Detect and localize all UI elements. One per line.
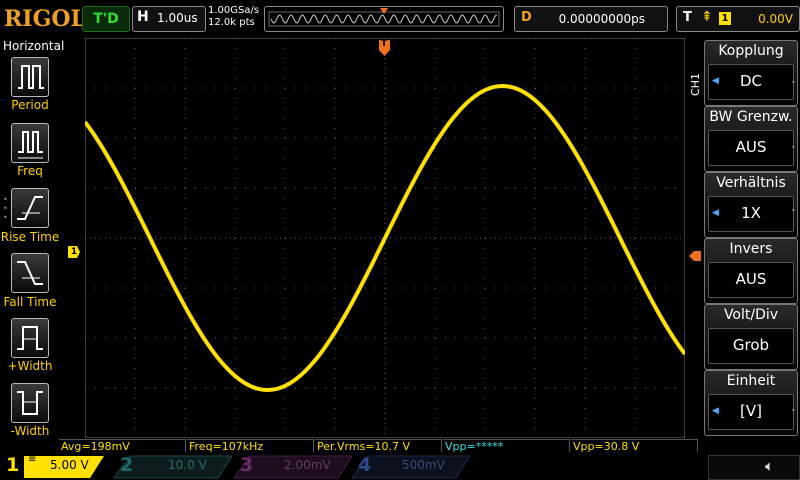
- trigger-position-marker-icon: [380, 8, 388, 14]
- coupling-value-box: ◀ DC: [708, 64, 794, 100]
- channel3-tab[interactable]: 3 2.00mV: [234, 452, 352, 480]
- dc-coupling-icon: ≡: [28, 454, 37, 465]
- channel1-tab[interactable]: 1 ≡ 5.00 V: [0, 452, 108, 480]
- trigger-level: 0.00V: [758, 12, 793, 26]
- measurement-vpp: Vpp=30.8 V: [571, 439, 698, 453]
- speaker-muted-icon: 🔈︎: [765, 457, 775, 475]
- acquisition-info: 1.00GSa/s 12.0k pts: [208, 5, 259, 29]
- memory-waveform-icon: [268, 8, 500, 27]
- measurement-average: Avg=198mV: [59, 439, 186, 453]
- invert-title: Invers: [729, 241, 773, 257]
- timebase-value: 1.00us: [157, 11, 198, 25]
- delay-display[interactable]: D 0.00000000ps: [514, 6, 668, 32]
- softkey-dot-icon: •: [791, 143, 796, 152]
- softkey-dot-icon: •: [791, 406, 796, 415]
- fall-time-label: Fall Time: [3, 295, 57, 309]
- channel1-offset-marker[interactable]: 1: [68, 246, 80, 258]
- trigger-status-text: T'D: [93, 11, 119, 27]
- positive-width-button[interactable]: [11, 318, 49, 358]
- sample-rate: 1.00GSa/s: [208, 5, 260, 16]
- memory-depth: 12.0k pts: [208, 17, 255, 28]
- positive-width-icon: [17, 326, 43, 350]
- horizontal-key: H: [137, 9, 149, 25]
- bandwidth-limit-title: BW Grenzw.: [709, 109, 793, 125]
- invert-value-box: AUS: [708, 262, 794, 298]
- channel2-tab[interactable]: 2 10.0 V: [114, 452, 232, 480]
- unit-title: Einheit: [726, 373, 776, 389]
- frequency-icon: [18, 131, 43, 159]
- measurement-vpp-ch2: Vpp=*****: [443, 439, 570, 453]
- frequency-button[interactable]: [11, 123, 49, 163]
- status-bar: RIGOL T'D H 1.00us 1.00GSa/s 12.0k pts D…: [0, 0, 800, 38]
- memory-overview: [264, 6, 504, 32]
- invert-value: AUS: [735, 270, 767, 288]
- rigol-logo: RIGOL: [4, 6, 86, 32]
- waveform-display[interactable]: [85, 38, 685, 438]
- channel4-tab[interactable]: 4 500mV: [352, 452, 470, 480]
- trigger-time-marker-icon[interactable]: T: [379, 39, 390, 56]
- coupling-softkey[interactable]: Kopplung ◀ DC: [704, 40, 798, 106]
- bandwidth-limit-value: AUS: [735, 138, 767, 156]
- sound-control[interactable]: 🔈︎: [708, 455, 800, 480]
- channel4-scale: 500mV: [402, 458, 445, 472]
- channel1-number: 1: [6, 454, 20, 476]
- trigger-source-badge: 1: [719, 12, 731, 25]
- channel1-scale: 5.00 V: [50, 458, 89, 472]
- channel-menu-label: CH1: [689, 73, 702, 96]
- invert-softkey[interactable]: Invers AUS: [704, 238, 798, 304]
- unit-value: [V]: [740, 402, 762, 420]
- delay-key: D: [521, 10, 532, 25]
- channel4-number: 4: [358, 454, 372, 476]
- frequency-label: Freq: [17, 164, 43, 178]
- coupling-title: Kopplung: [718, 43, 784, 59]
- period-label: Period: [11, 98, 49, 112]
- volt-div-softkey[interactable]: Volt/Div Grob: [704, 304, 798, 370]
- channel3-scale: 2.00mV: [284, 458, 331, 472]
- bandwidth-limit-value-box: AUS: [708, 130, 794, 166]
- negative-width-icon: [17, 391, 43, 415]
- probe-ratio-softkey[interactable]: Verhältnis ◀ 1X: [704, 172, 798, 238]
- period-icon: [18, 65, 44, 89]
- measurement-period-vrms: Per.Vrms=10.7 V: [315, 439, 442, 453]
- trigger-display[interactable]: T ⇞ 1 0.00V: [676, 6, 800, 32]
- rise-time-label: Rise Time: [0, 230, 60, 244]
- unit-value-box: ◀ [V]: [708, 394, 794, 430]
- rising-edge-icon: ⇞: [701, 9, 713, 25]
- trigger-status-badge: T'D: [82, 6, 130, 32]
- fall-time-button[interactable]: [11, 253, 49, 293]
- negative-width-label: -Width: [10, 424, 50, 438]
- unit-softkey[interactable]: Einheit ◀ [V]: [704, 370, 798, 436]
- trigger-time-marker-label: T: [381, 39, 388, 49]
- coupling-value: DC: [739, 72, 763, 90]
- volt-div-value-box: Grob: [708, 328, 794, 364]
- positive-width-label: +Width: [7, 359, 53, 373]
- probe-ratio-value-box: ◀ 1X: [708, 196, 794, 232]
- fall-time-icon: [17, 261, 43, 285]
- softkey-dot-icon: •: [791, 78, 796, 87]
- delay-value: 0.00000000ps: [558, 12, 645, 26]
- softkey-dot-icon: •: [791, 206, 796, 215]
- probe-ratio-value: 1X: [741, 204, 761, 222]
- probe-ratio-title: Verhältnis: [716, 175, 786, 191]
- rise-time-button[interactable]: [11, 188, 49, 228]
- bandwidth-limit-softkey[interactable]: BW Grenzw. AUS: [704, 106, 798, 172]
- trigger-key: T: [683, 10, 692, 25]
- channel3-number: 3: [240, 454, 254, 476]
- measurement-frequency: Freq=107kHz: [187, 439, 314, 453]
- period-button[interactable]: [11, 57, 49, 97]
- volt-div-value: Grob: [732, 336, 770, 354]
- trigger-level-marker-icon[interactable]: [689, 246, 701, 265]
- timebase-display[interactable]: H 1.00us: [132, 6, 206, 32]
- channel2-scale: 10.0 V: [168, 458, 207, 472]
- menu-title: Horizontal: [3, 39, 65, 53]
- channel2-number: 2: [120, 454, 134, 476]
- negative-width-button[interactable]: [11, 383, 49, 423]
- scroll-dots-icon: • • •: [3, 195, 8, 222]
- volt-div-title: Volt/Div: [723, 307, 779, 323]
- rise-time-icon: [17, 196, 43, 220]
